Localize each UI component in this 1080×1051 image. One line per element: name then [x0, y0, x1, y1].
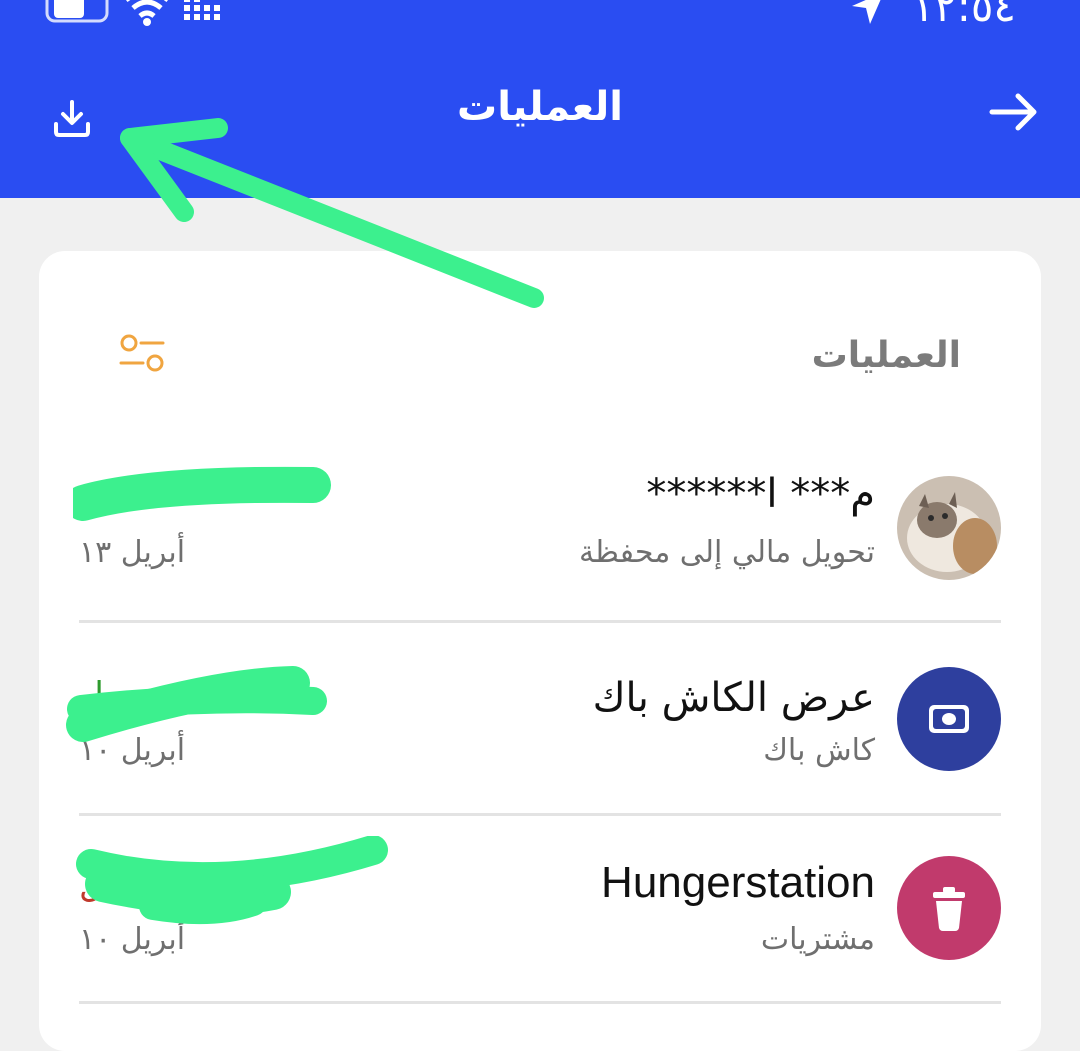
transaction-type: كاش باك — [763, 733, 875, 768]
arrow-right-icon — [989, 93, 1037, 131]
page-title: العمليات — [457, 84, 623, 130]
transaction-type: مشتريات — [760, 922, 875, 957]
location-arrow-icon — [852, 0, 881, 24]
trash-icon — [933, 887, 965, 931]
merchant-avatar — [897, 856, 1001, 960]
wifi-icon — [126, 0, 168, 26]
transaction-row[interactable]: عرض الكاش باك كاش باك ـــل أبريل ١٠ — [66, 623, 1001, 813]
battery-icon — [45, 0, 109, 23]
transaction-row[interactable]: م*** ا****** تحويل مالي إلى محفظة ـــل أ… — [73, 441, 1001, 631]
signal-icon — [184, 0, 220, 20]
cash-icon — [929, 705, 969, 733]
filter-button[interactable] — [117, 331, 173, 379]
filter-icon — [119, 334, 165, 372]
section-title: العمليات — [811, 335, 961, 376]
avatar — [897, 476, 1001, 580]
transaction-date: أبريل ١٣ — [79, 535, 186, 570]
row-divider — [79, 1001, 1001, 1004]
transactions-card: العمليات م*** ا****** تحويل مالي إلى محف… — [39, 251, 1041, 1051]
redaction-mark — [76, 836, 388, 925]
cashback-avatar — [897, 667, 1001, 771]
transaction-name: عرض الكاش باك — [592, 675, 875, 721]
transaction-name: م*** ا****** — [646, 471, 875, 517]
redaction-mark — [66, 666, 327, 742]
transaction-type: تحويل مالي إلى محفظة — [578, 535, 875, 570]
back-button[interactable] — [984, 86, 1044, 138]
status-time: ١٢:٥٤ — [911, 0, 1016, 31]
app-header: ١٢:٥٤ العمليات — [0, 0, 1080, 198]
redaction-mark — [73, 466, 331, 521]
transaction-row[interactable]: Hungerstation مشتريات ـــل أبريل ١٠ — [76, 816, 1001, 1006]
transaction-name: Hungerstation — [601, 858, 875, 907]
